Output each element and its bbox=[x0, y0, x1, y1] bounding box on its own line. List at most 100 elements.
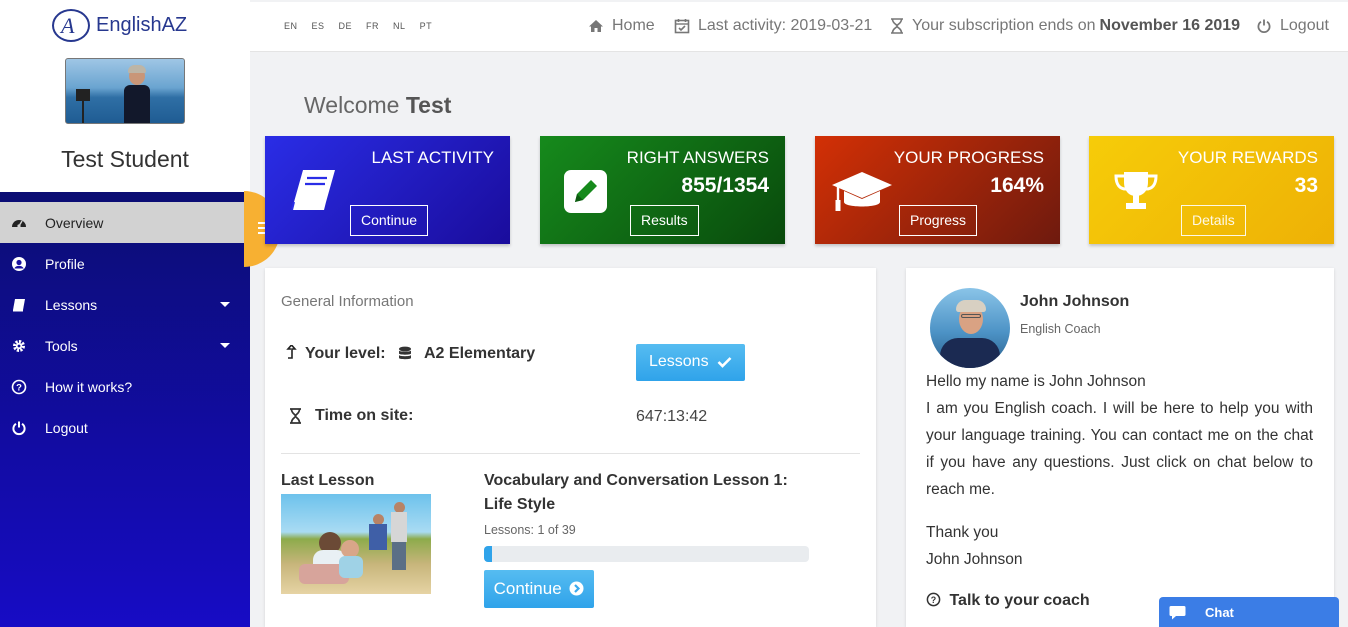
welcome-name: Test bbox=[405, 92, 452, 118]
sidebar: A EnglishAZ Test Student Overview Profil… bbox=[0, 0, 250, 627]
lang-de[interactable]: DE bbox=[339, 21, 353, 31]
last-activity: Last activity: 2019-03-21 bbox=[674, 17, 872, 35]
chat-widget[interactable]: Chat bbox=[1159, 597, 1339, 627]
sidebar-item-logout[interactable]: Logout bbox=[0, 407, 250, 448]
sidebar-item-label: Overview bbox=[45, 214, 104, 231]
coach-greeting: Hello my name is John Johnson bbox=[926, 373, 1146, 390]
sidebar-nav: Overview Profile Lessons Tools ? How it … bbox=[0, 192, 250, 627]
subscription-prefix: Your subscription ends on bbox=[912, 17, 1096, 34]
sidebar-header: A EnglishAZ Test Student bbox=[0, 0, 250, 192]
coach-thanks: Thank you bbox=[926, 524, 999, 541]
lang-pt[interactable]: PT bbox=[420, 21, 433, 31]
last-activity-text: Last activity: 2019-03-21 bbox=[698, 17, 873, 34]
lesson-subtitle: Life Style bbox=[484, 496, 556, 513]
lesson-progress-bar bbox=[484, 546, 809, 562]
user-circle-icon bbox=[12, 257, 26, 271]
continue-label: Continue bbox=[493, 579, 562, 598]
results-button[interactable]: Results bbox=[630, 205, 699, 236]
subscription-info: Your subscription ends on November 16 20… bbox=[890, 17, 1240, 35]
sidebar-item-label: How it works? bbox=[45, 378, 133, 395]
card-title: RIGHT ANSWERS bbox=[626, 148, 769, 167]
card-title: YOUR REWARDS bbox=[1177, 148, 1318, 167]
card-title: LAST ACTIVITY bbox=[371, 148, 494, 167]
sidebar-item-label: Lessons bbox=[45, 296, 98, 313]
sidebar-item-overview[interactable]: Overview bbox=[0, 202, 250, 243]
trophy-icon bbox=[1114, 172, 1158, 209]
top-bar: EN ES DE FR NL PT Home Last activity: 20… bbox=[250, 2, 1348, 52]
lang-en[interactable]: EN bbox=[284, 21, 298, 31]
lang-es[interactable]: ES bbox=[312, 21, 325, 31]
lessons-button-label: Lessons bbox=[648, 353, 709, 370]
coach-intro: I am you English coach. I will be here t… bbox=[926, 400, 1313, 498]
chat-label: Chat bbox=[1205, 605, 1234, 620]
coach-panel: John Johnson English Coach Hello my name… bbox=[906, 268, 1334, 627]
sidebar-item-tools[interactable]: Tools bbox=[0, 325, 250, 366]
sidebar-item-how-it-works[interactable]: ? How it works? bbox=[0, 366, 250, 407]
check-icon bbox=[717, 357, 732, 368]
card-value: 164% bbox=[990, 174, 1044, 197]
time-label: Time on site: bbox=[315, 407, 414, 424]
details-button[interactable]: Details bbox=[1181, 205, 1246, 236]
sidebar-item-label: Tools bbox=[45, 337, 78, 354]
general-information-panel: General Information Your level: A2 Eleme… bbox=[265, 268, 876, 627]
level-value: A2 Elementary bbox=[424, 345, 536, 362]
power-icon bbox=[12, 421, 26, 436]
talk-to-coach-label: Talk to your coach bbox=[949, 592, 1090, 609]
lang-fr[interactable]: FR bbox=[366, 21, 379, 31]
lang-nl[interactable]: NL bbox=[393, 21, 406, 31]
chevron-circle-right-icon bbox=[569, 581, 584, 596]
panel-title: General Information bbox=[281, 293, 414, 310]
logo-mark: A bbox=[52, 9, 90, 42]
chevron-down-icon bbox=[220, 343, 230, 348]
lesson-count: Lessons: 1 of 39 bbox=[484, 523, 576, 537]
hourglass-icon bbox=[290, 408, 301, 424]
dashboard-icon bbox=[12, 220, 26, 228]
question-circle-icon: ? bbox=[926, 592, 941, 607]
last-activity-card: LAST ACTIVITY Continue bbox=[265, 136, 510, 244]
time-value: 647:13:42 bbox=[636, 408, 708, 425]
your-progress-card: YOUR PROGRESS 164% Progress bbox=[815, 136, 1060, 244]
logout-link[interactable]: Logout bbox=[1256, 17, 1329, 35]
home-link[interactable]: Home bbox=[588, 17, 655, 35]
card-value: 33 bbox=[1294, 174, 1318, 197]
lesson-title: Vocabulary and Conversation Lesson 1: bbox=[484, 472, 788, 489]
coach-name: John Johnson bbox=[1020, 293, 1130, 310]
right-answers-card: RIGHT ANSWERS 855/1354 Results bbox=[540, 136, 785, 244]
level-up-icon bbox=[286, 345, 297, 359]
welcome-prefix: Welcome bbox=[304, 92, 400, 118]
card-title: YOUR PROGRESS bbox=[893, 148, 1044, 167]
your-rewards-card: YOUR REWARDS 33 Details bbox=[1089, 136, 1334, 244]
logo[interactable]: A EnglishAZ bbox=[52, 9, 187, 42]
calendar-check-icon bbox=[674, 19, 690, 34]
continue-lesson-button[interactable]: Continue bbox=[484, 570, 594, 608]
coach-message: Hello my name is John Johnson I am you E… bbox=[926, 368, 1313, 573]
language-switcher: EN ES DE FR NL PT bbox=[284, 21, 432, 31]
card-value: 855/1354 bbox=[681, 174, 769, 197]
level-label: Your level: bbox=[305, 345, 386, 362]
last-lesson-label: Last Lesson bbox=[281, 472, 375, 489]
lessons-button[interactable]: Lessons bbox=[636, 344, 745, 381]
progress-button[interactable]: Progress bbox=[899, 205, 978, 236]
gear-icon bbox=[13, 340, 25, 352]
home-icon bbox=[589, 20, 603, 32]
welcome-heading: Welcome Test bbox=[304, 92, 451, 119]
book-icon bbox=[291, 170, 335, 211]
continue-button[interactable]: Continue bbox=[350, 205, 429, 236]
svg-text:?: ? bbox=[931, 595, 936, 605]
talk-to-coach-link[interactable]: ? Talk to your coach bbox=[926, 592, 1090, 610]
power-icon bbox=[1257, 19, 1271, 33]
sidebar-item-label: Logout bbox=[45, 419, 88, 436]
question-circle-icon: ? bbox=[11, 379, 27, 395]
sidebar-item-lessons[interactable]: Lessons bbox=[0, 284, 250, 325]
svg-text:?: ? bbox=[16, 383, 22, 394]
pencil-square-icon bbox=[564, 170, 607, 213]
database-icon bbox=[399, 346, 411, 360]
divider bbox=[281, 453, 860, 454]
logo-text: EnglishAZ bbox=[96, 14, 188, 36]
sidebar-item-label: Profile bbox=[45, 255, 85, 272]
lesson-thumbnail[interactable] bbox=[281, 494, 431, 594]
graduation-cap-icon bbox=[832, 172, 892, 211]
student-name: Test Student bbox=[61, 146, 189, 172]
book-icon bbox=[13, 299, 25, 312]
sidebar-item-profile[interactable]: Profile bbox=[0, 243, 250, 284]
